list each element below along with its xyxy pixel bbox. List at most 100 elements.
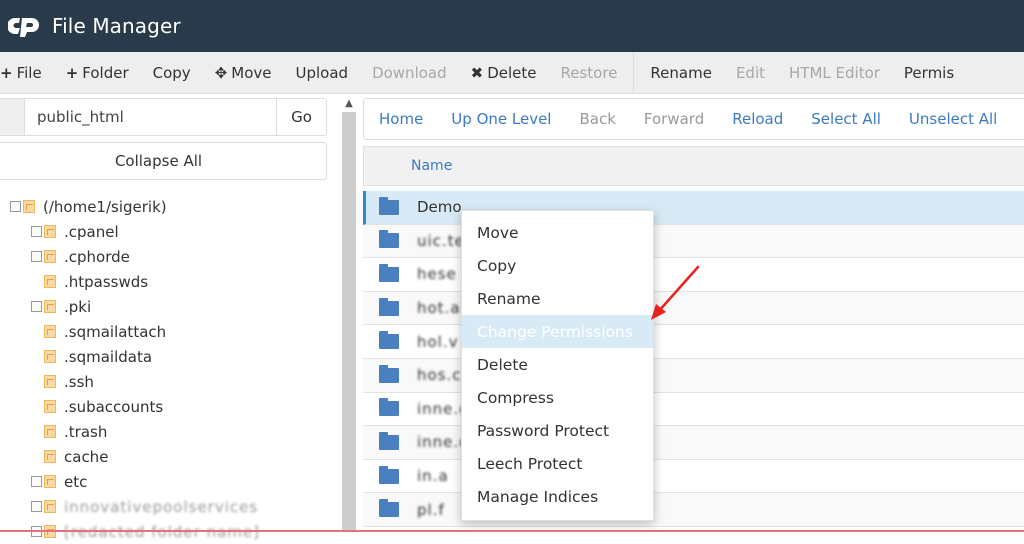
context-menu-move[interactable]: Move (462, 216, 653, 249)
expand-toggle-icon[interactable] (10, 201, 21, 212)
tree-folder-icon (44, 475, 56, 488)
tree-item[interactable]: .subaccounts (44, 394, 163, 419)
tree-folder-icon (44, 450, 56, 463)
tree-item[interactable]: innovativepoolservices (31, 494, 258, 519)
toolbar-download-button[interactable]: Download (360, 52, 459, 93)
toolbar-permis-button[interactable]: Permis (892, 52, 966, 93)
tree-item[interactable]: .cphorde (31, 244, 130, 269)
expand-toggle-icon[interactable] (31, 226, 42, 237)
toolbar-folder-button[interactable]: + Folder (54, 52, 141, 93)
tree-item[interactable]: .sqmailattach (44, 319, 166, 344)
toolbar-button-label: File (16, 63, 42, 82)
move-arrows-icon: ✥ (214, 63, 228, 82)
toolbar-move-button[interactable]: ✥ Move (203, 52, 284, 93)
file-name: hese (417, 265, 457, 284)
x-icon: ✖ (470, 63, 484, 82)
tree-item-label: .subaccounts (64, 397, 164, 416)
folder-icon (379, 263, 399, 282)
table-header: Name (363, 146, 1024, 186)
tree-folder-icon (44, 300, 56, 313)
toolbar-file-button[interactable]: + File (0, 52, 54, 93)
file-name: uic.te (417, 231, 465, 250)
context-menu-compress[interactable]: Compress (462, 381, 653, 414)
toolbar-button-label: Upload (295, 63, 349, 82)
toolbar-restore-button[interactable]: Restore (549, 52, 630, 93)
tree-item-label: .trash (64, 422, 108, 441)
toolbar-button-label: Permis (903, 63, 955, 82)
context-menu-change-permissions[interactable]: Change Permissions (462, 315, 653, 348)
scroll-up-icon[interactable]: ▲ (340, 94, 358, 112)
app-title: File Manager (52, 14, 181, 38)
nav-reload-link[interactable]: Reload (718, 110, 797, 128)
tree-item[interactable]: .ssh (44, 369, 94, 394)
nav-unselect-all-link[interactable]: Unselect All (895, 110, 1011, 128)
plus-icon: + (65, 63, 79, 82)
path-input[interactable] (25, 99, 276, 135)
expand-toggle-icon[interactable] (31, 501, 42, 512)
toolbar-upload-button[interactable]: Upload (284, 52, 361, 93)
folder-icon (379, 331, 399, 350)
tree-item-label: (/home1/sigerik) (43, 197, 167, 216)
context-menu-manage-indices[interactable]: Manage Indices (462, 480, 653, 513)
path-addon (0, 99, 25, 135)
toolbar-delete-button[interactable]: ✖ Delete (459, 52, 549, 93)
file-name: in.a (417, 467, 449, 486)
toolbar-edit-button[interactable]: Edit (724, 52, 777, 93)
expand-toggle-icon[interactable] (31, 301, 42, 312)
tree-folder-icon (44, 425, 56, 438)
tree-item[interactable]: .trash (44, 419, 107, 444)
tree-item-label: .cpanel (64, 222, 119, 241)
toolbar-html-editor-button[interactable]: HTML Editor (777, 52, 892, 93)
sidebar-scrollbar[interactable]: ▲ (340, 94, 358, 532)
tree-item[interactable]: .pki (31, 294, 91, 319)
nav-select-all-link[interactable]: Select All (797, 110, 895, 128)
top-header: File Manager (0, 0, 1024, 52)
toolbar-button-label: Download (372, 63, 447, 82)
context-menu-copy[interactable]: Copy (462, 249, 653, 282)
cpanel-logo-icon[interactable] (8, 14, 42, 38)
tree-item[interactable]: .sqmaildata (44, 344, 152, 369)
folder-icon (379, 398, 399, 417)
tree-item-label: .ssh (64, 372, 94, 391)
tree-item-label: .sqmaildata (64, 347, 153, 366)
expand-toggle-icon[interactable] (31, 251, 42, 262)
nav-up-one-level-link[interactable]: Up One Level (437, 110, 565, 128)
context-menu-password-protect[interactable]: Password Protect (462, 414, 653, 447)
tree-folder-icon (44, 250, 56, 263)
toolbar-copy-button[interactable]: Copy (141, 52, 203, 93)
red-arrow-annotation (651, 265, 700, 320)
tree-item-label: .cphorde (64, 247, 130, 266)
tree-folder-icon (44, 275, 56, 288)
nav-forward-link[interactable]: Forward (630, 110, 718, 128)
context-menu-rename[interactable]: Rename (462, 282, 653, 315)
tree-folder-icon (44, 350, 56, 363)
toolbar-separator (633, 51, 635, 94)
tree-item-label: .sqmailattach (64, 322, 167, 341)
folder-icon (379, 465, 399, 484)
tree-folder-icon (44, 325, 56, 338)
toolbar-rename-button[interactable]: Rename (638, 52, 724, 93)
nav-home-link[interactable]: Home (364, 110, 437, 128)
context-menu-delete[interactable]: Delete (462, 348, 653, 381)
tree-item[interactable]: cache (44, 444, 108, 469)
collapse-all-button[interactable]: Collapse All (0, 142, 327, 180)
navigation-bar: Home Up One Level Back Forward Reload Select … (363, 98, 1024, 140)
context-menu: Move Copy Rename Change Permissions Delete Co… (461, 210, 654, 521)
plus-icon: + (0, 63, 13, 82)
toolbar: + File + Folder Copy ✥ Move Upload Download ✖ Dele… (0, 51, 1024, 94)
tree-item[interactable]: .cpanel (31, 219, 119, 244)
scrollbar-track[interactable] (342, 112, 356, 532)
tree-item[interactable]: (/home1/sigerik) (10, 194, 167, 219)
expand-toggle-icon[interactable] (31, 476, 42, 487)
context-menu-leech-protect[interactable]: Leech Protect (462, 447, 653, 480)
folder-icon (379, 196, 399, 215)
path-bar: Go (0, 98, 327, 136)
nav-back-link[interactable]: Back (565, 110, 629, 128)
tree-item-label: .pki (64, 297, 92, 316)
toolbar-button-label: Restore (560, 63, 618, 82)
go-button[interactable]: Go (276, 99, 326, 135)
tree-item[interactable]: .htpasswds (44, 269, 148, 294)
column-header-name[interactable]: Name (411, 158, 452, 174)
tree-item-label: .htpasswds (64, 272, 149, 291)
tree-item[interactable]: etc (31, 469, 87, 494)
